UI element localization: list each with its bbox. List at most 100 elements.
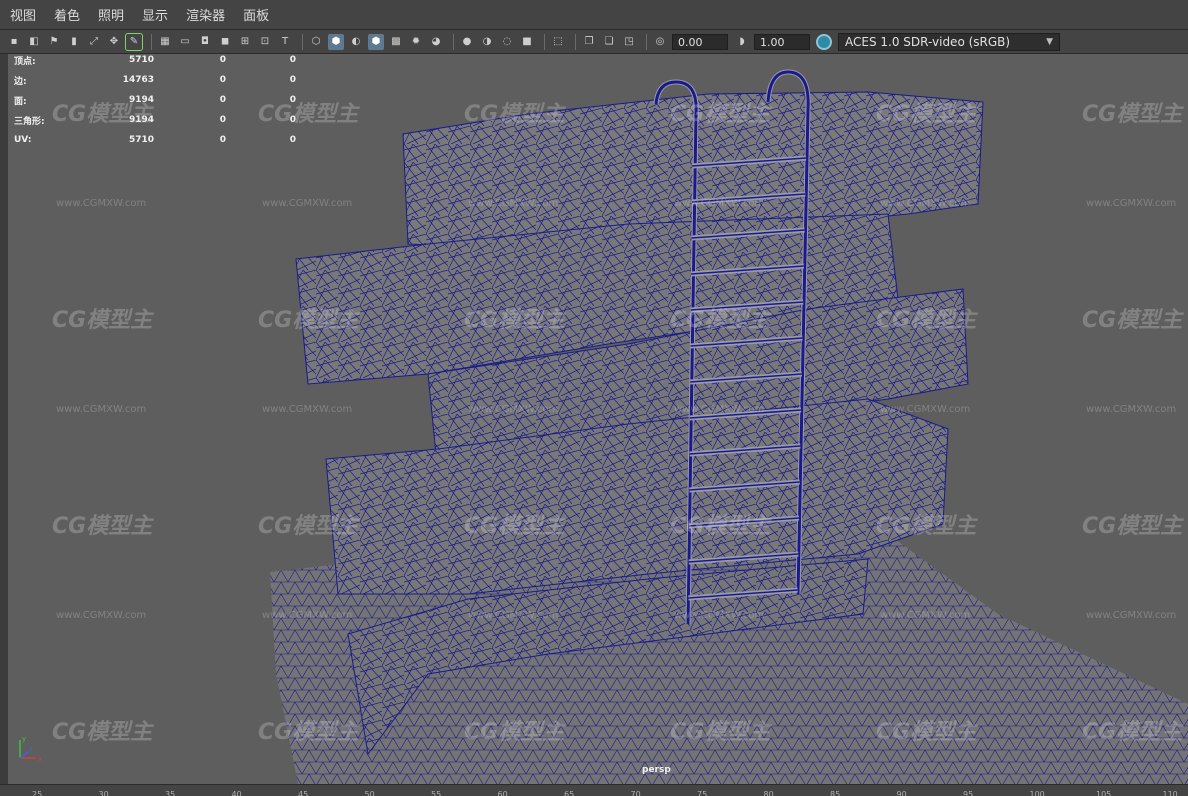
textured-icon[interactable]: ▩ [388,34,404,50]
exposure-icon[interactable]: ◎ [652,34,668,50]
exposure-field[interactable]: 0.00 [672,33,728,50]
hud-row-edges: 边: 14763 0 0 [14,70,296,90]
safe-title-icon[interactable]: T [277,34,293,50]
hud-row-uvs: UV: 5710 0 0 [14,130,296,150]
watermark-url: www.CGMXW.com [674,404,765,415]
color-space-dropdown[interactable]: ACES 1.0 SDR-video (sRGB) ▼ [838,32,1060,51]
watermark-logo: CG模型主 [876,720,977,745]
hud-value: 14763 [122,75,154,85]
watermark-logo: CG模型主 [258,514,359,539]
watermark-logo: CG模型主 [52,720,153,745]
timeline-ruler[interactable]: 25 30 35 40 45 50 55 60 65 70 75 80 85 90 95 100 105 110 [0,784,1188,796]
camera-attributes-icon[interactable]: ◧ [26,34,42,50]
watermark-logo: CG模型主 [464,308,565,333]
timeline-tick: 110 [1162,790,1178,796]
smooth-shade-icon[interactable]: ⬢ [328,33,344,50]
anti-aliasing-icon[interactable]: ◌ [499,34,515,50]
select-camera-icon[interactable]: ▪ [6,34,22,50]
screen-space-ao-icon[interactable]: ● [459,34,475,50]
isolate-select-icon[interactable]: ⬚ [550,34,566,50]
watermark-logo: CG模型主 [670,308,771,333]
chevron-down-icon: ▼ [1046,36,1053,47]
grid-icon[interactable]: ▦ [157,34,173,50]
watermark-url: www.CGMXW.com [674,610,765,621]
watermark-url: www.CGMXW.com [56,610,147,621]
xray-joints-icon[interactable]: ❏ [601,34,617,50]
wireframe-on-shaded-icon[interactable]: ⬢ [368,33,384,50]
menu-show[interactable]: 显示 [140,3,170,26]
film-gate-icon[interactable]: ▭ [177,34,193,50]
toolbar-divider [151,33,152,50]
poly-count-hud: 顶点: 5710 0 0 边: 14763 0 0 面: 9194 0 0 三角… [14,50,296,150]
hud-value: 0 [219,135,226,145]
pencil-icon[interactable]: ✎ [125,32,143,51]
watermark-url: www.CGMXW.com [1086,404,1177,415]
watermark-logo: CG模型主 [1082,720,1183,745]
timeline-tick: 80 [763,790,774,796]
depth-of-field-icon[interactable]: ■ [519,34,535,50]
gamma-icon[interactable]: ◗ [734,34,750,50]
hud-row-triangles: 三角形: 9194 0 0 [14,110,296,130]
camera-label: persp [642,765,671,775]
timeline-tick: 90 [896,790,907,796]
hud-label: UV: [14,135,32,145]
safe-action-icon[interactable]: ⊡ [257,34,273,50]
timeline-tick: 60 [497,790,508,796]
use-all-lights-icon[interactable]: ✹ [408,34,424,50]
watermark-url: www.CGMXW.com [880,404,971,415]
watermark-logo: CG模型主 [670,514,771,539]
watermark-logo: CG模型主 [464,102,565,127]
default-material-icon[interactable]: ◐ [348,34,364,50]
watermark-logo: CG模型主 [464,720,565,745]
watermark-url: www.CGMXW.com [468,198,559,209]
menu-shading[interactable]: 着色 [52,3,82,26]
hud-value: 9194 [128,115,154,125]
menu-renderer[interactable]: 渲染器 [184,3,227,26]
gate-mask-icon[interactable]: ◼ [217,34,233,50]
2d-pan-zoom-icon[interactable]: ⤢ [86,34,102,50]
wireframe-icon[interactable]: ⬡ [308,34,324,50]
timeline-tick: 55 [431,790,442,796]
backface-culling-icon[interactable]: ◳ [621,34,637,50]
xray-icon[interactable]: ❐ [581,34,597,50]
watermark-url: www.CGMXW.com [468,610,559,621]
timeline-tick: 85 [830,790,841,796]
menu-bar: 视图 着色 照明 显示 渲染器 面板 [0,0,1188,30]
color-management-icon[interactable] [816,33,832,50]
hud-label: 顶点: [14,56,36,67]
timeline-tick: 40 [231,790,242,796]
motion-blur-icon[interactable]: ◑ [479,34,495,50]
shadows-icon[interactable]: ◕ [428,34,444,50]
menu-lighting[interactable]: 照明 [96,3,126,26]
hud-value: 5710 [128,55,154,65]
gamma-field[interactable]: 1.00 [754,33,810,50]
timeline-tick: 95 [963,790,974,796]
watermark-logo: CG模型主 [670,720,771,745]
image-plane-icon[interactable]: ▮ [66,34,82,50]
hud-value: 0 [219,115,226,125]
timeline-tick: 30 [98,790,109,796]
3d-viewport[interactable] [8,54,1188,784]
bookmark-icon[interactable]: ⚑ [46,34,62,50]
menu-panels[interactable]: 面板 [241,3,271,26]
watermark-url: www.CGMXW.com [674,198,765,209]
toolbar-divider [575,33,576,50]
resolution-gate-icon[interactable]: ◘ [197,34,213,50]
watermark-logo: CG模型主 [876,514,977,539]
watermark-url: www.CGMXW.com [262,610,353,621]
watermark-logo: CG模型主 [52,308,153,333]
menu-view[interactable]: 视图 [8,3,38,26]
grease-pencil-icon[interactable]: ✥ [106,34,122,50]
hud-value: 0 [289,135,296,145]
watermark-logo: CG模型主 [1082,308,1183,333]
timeline-tick: 70 [630,790,641,796]
axis-y-label: y [22,735,26,743]
watermark-logo: CG模型主 [1082,514,1183,539]
watermark-url: www.CGMXW.com [1086,198,1177,209]
hud-value: 0 [219,75,226,85]
hud-value: 5710 [128,135,154,145]
timeline-tick: 45 [298,790,309,796]
axis-gizmo-icon: x y z [19,735,42,763]
watermark-logo: CG模型主 [876,102,977,127]
field-chart-icon[interactable]: ⊞ [237,34,253,50]
